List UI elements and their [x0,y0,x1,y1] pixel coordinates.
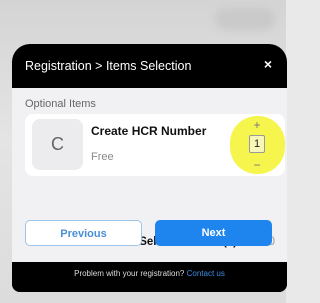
item-price: Free [91,151,114,163]
modal-title: Registration > Items Selection [25,59,192,73]
previous-button[interactable]: Previous [25,220,142,246]
item-card: C Create HCR Number Free + 1 − [25,114,285,176]
modal-footer: Problem with your registration? Contact … [12,262,287,292]
quantity-input[interactable]: 1 [249,135,265,153]
item-avatar: C [32,119,83,170]
blurred-background-element [215,8,275,30]
modal-header: Registration > Items Selection × [12,44,287,88]
item-title: Create HCR Number [91,124,207,138]
close-icon[interactable]: × [261,57,275,71]
contact-us-link[interactable]: Contact us [187,269,225,278]
next-button[interactable]: Next [155,220,272,246]
footer-text: Problem with your registration? [74,269,185,278]
section-label: Optional Items [25,98,96,110]
decrement-button[interactable]: − [251,159,263,171]
increment-button[interactable]: + [251,119,263,131]
registration-modal: Registration > Items Selection × Optiona… [12,44,287,292]
